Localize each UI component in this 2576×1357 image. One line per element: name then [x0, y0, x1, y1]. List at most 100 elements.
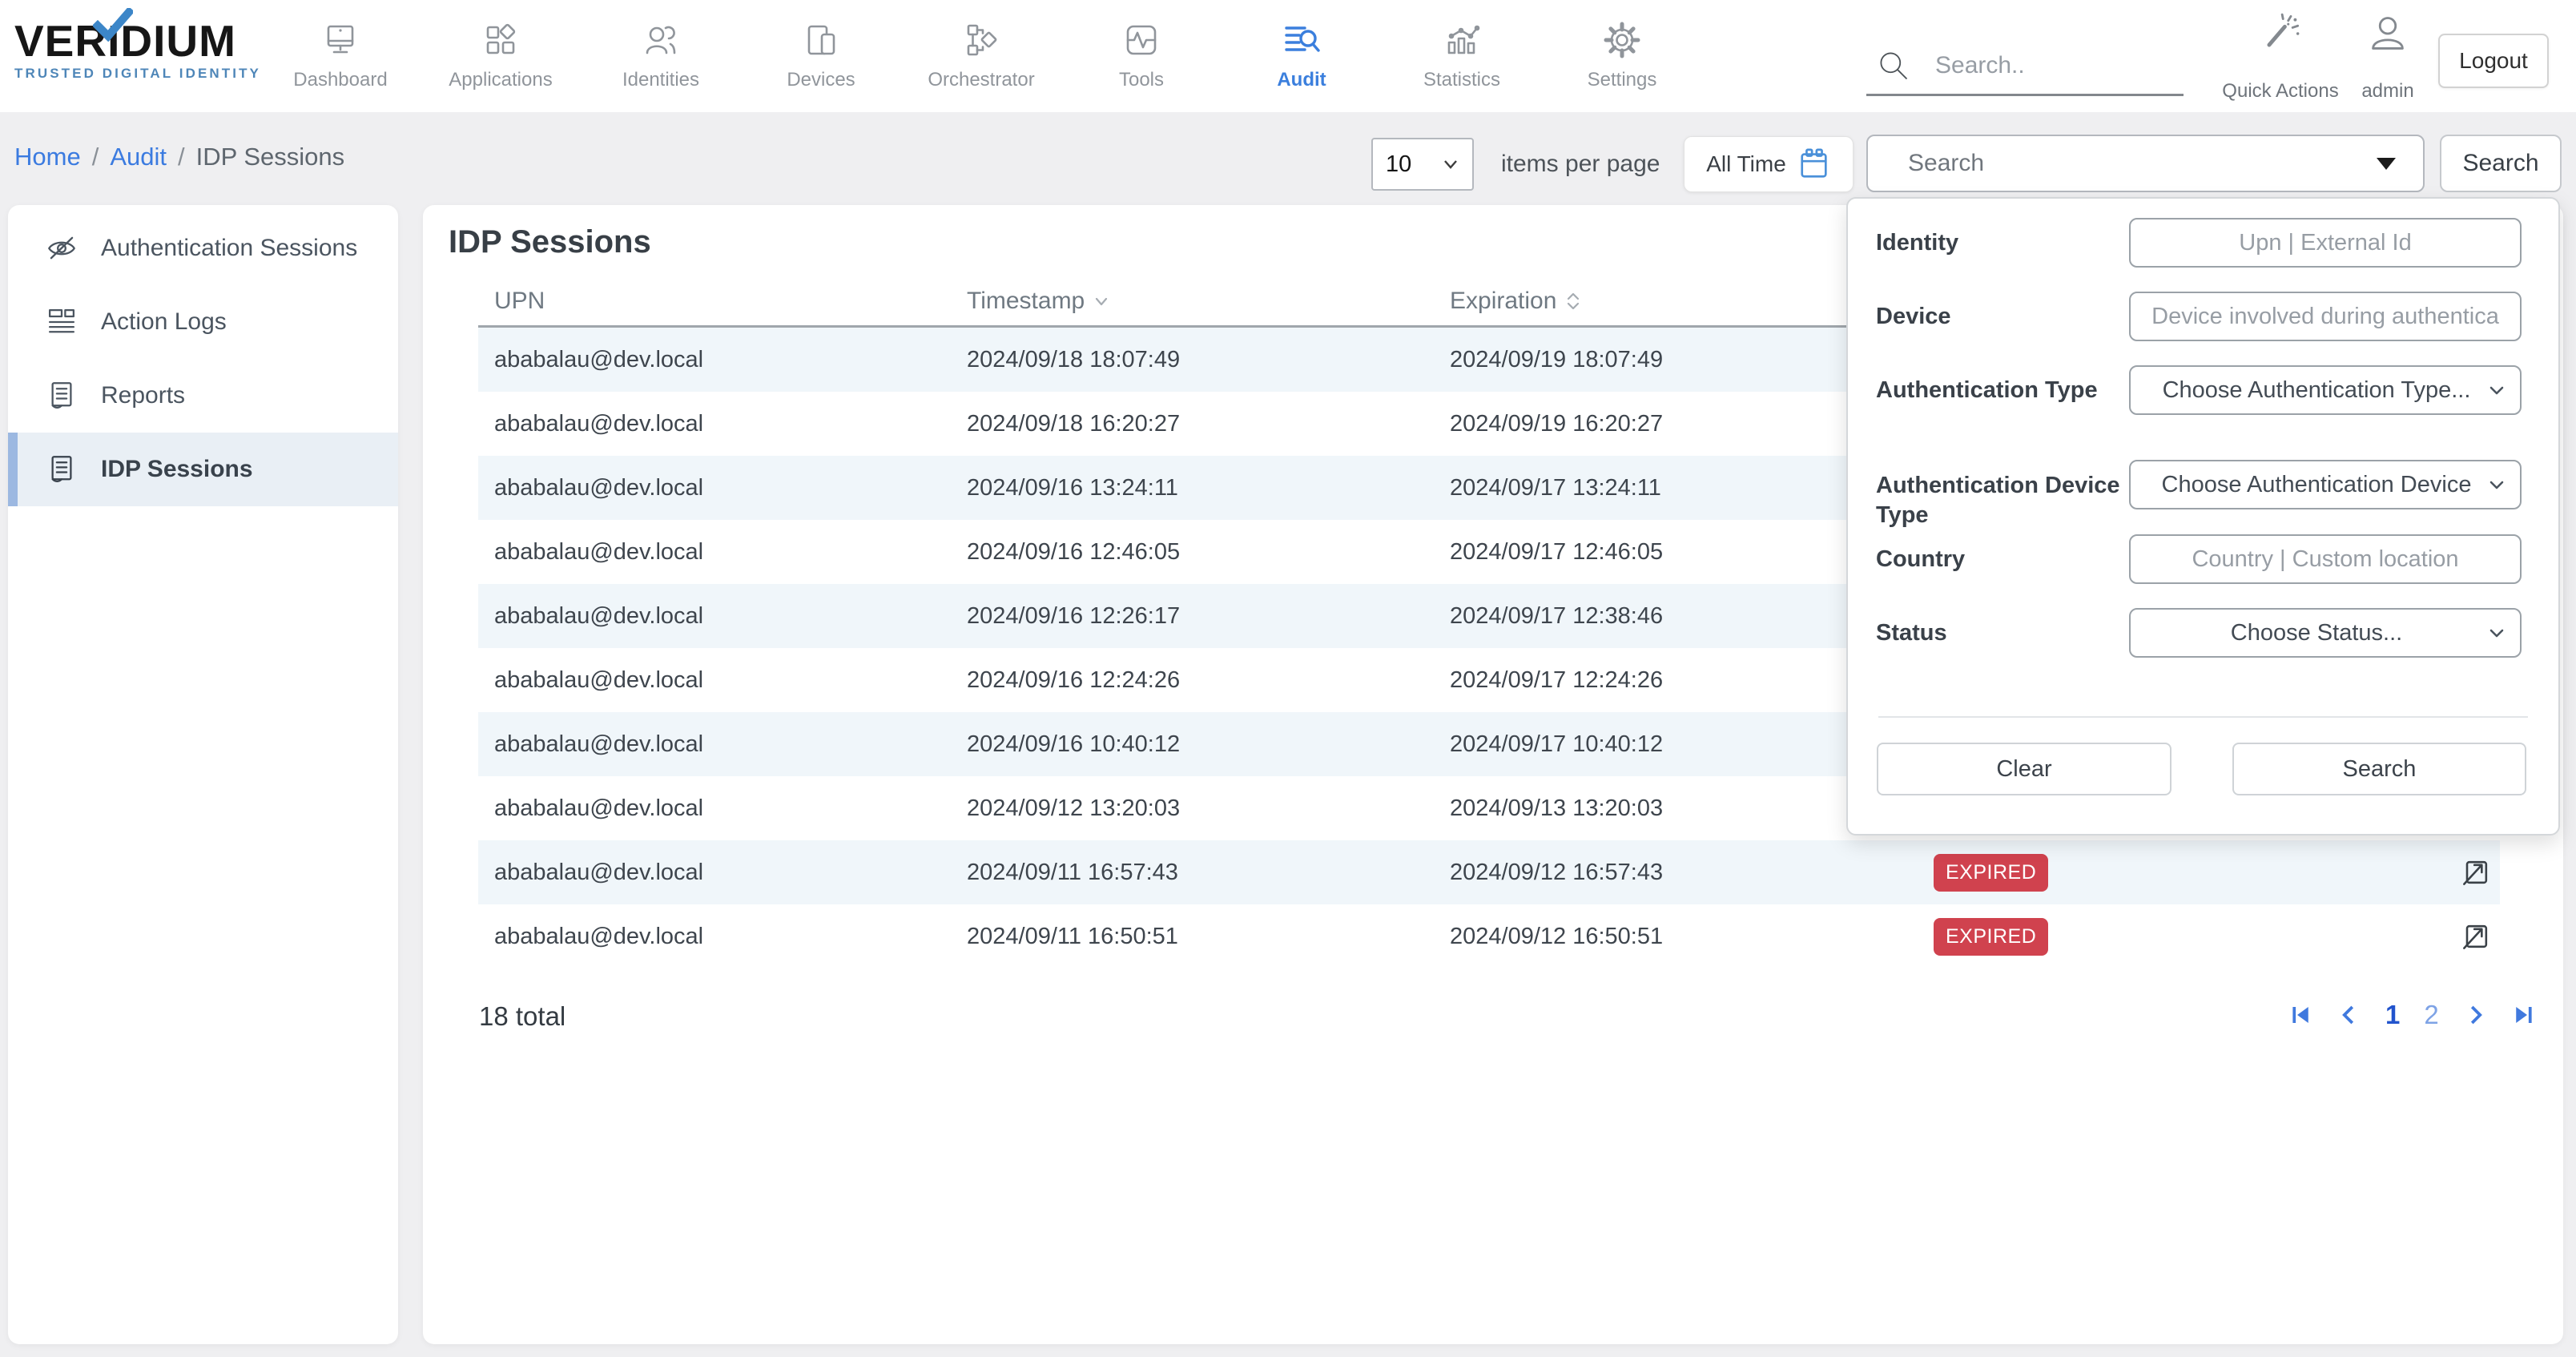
- breadcrumb-audit[interactable]: Audit: [110, 143, 167, 171]
- last-page-button[interactable]: [2511, 1003, 2535, 1027]
- device-label: Device: [1876, 302, 2126, 332]
- cell-timestamp: 2024/09/11 16:57:43: [967, 860, 1450, 886]
- user-icon: [2367, 13, 2409, 54]
- cell-upn: ababalau@dev.local: [478, 539, 967, 566]
- logo-check-icon: [93, 8, 133, 42]
- cell-action: [2369, 855, 2500, 890]
- open-session-icon[interactable]: [2458, 919, 2493, 954]
- dashboard-icon: [321, 21, 360, 59]
- cell-upn: ababalau@dev.local: [478, 347, 967, 373]
- cell-upn: ababalau@dev.local: [478, 924, 967, 950]
- action-logs-icon: [45, 305, 78, 339]
- next-page-button[interactable]: [2463, 1003, 2487, 1027]
- page-size-select[interactable]: 10: [1371, 138, 1474, 191]
- magic-wand-icon: [2260, 13, 2301, 54]
- dropdown-caret-icon: [2377, 158, 2396, 170]
- table-row: ababalau@dev.local 2024/09/11 16:50:51 2…: [478, 904, 2500, 968]
- brand-name: VERIDIUM: [14, 18, 263, 64]
- cell-timestamp: 2024/09/18 18:07:49: [967, 347, 1450, 373]
- cell-upn: ababalau@dev.local: [478, 860, 967, 886]
- sort-desc-icon: [1093, 292, 1110, 311]
- cell-upn: ababalau@dev.local: [478, 475, 967, 501]
- table-search-combobox[interactable]: Search: [1866, 135, 2425, 192]
- audit-sidebar: Authentication Sessions Action Logs Repo…: [8, 205, 398, 1344]
- veridium-logo[interactable]: VERIDIUM TRUSTED DIGITAL IDENTITY: [14, 18, 263, 82]
- orchestrator-icon: [962, 21, 1000, 59]
- sidebar-item-reports[interactable]: Reports: [8, 359, 398, 433]
- panel-divider: [1878, 716, 2528, 718]
- first-page-button[interactable]: [2289, 1003, 2313, 1027]
- global-search-input[interactable]: [1866, 43, 2184, 96]
- nav-item-audit[interactable]: Audit: [1222, 0, 1382, 112]
- authentication-device-type-label: Authentication Device Type: [1876, 471, 2126, 530]
- nav-item-statistics[interactable]: Statistics: [1382, 0, 1542, 112]
- cell-timestamp: 2024/09/12 13:20:03: [967, 795, 1450, 822]
- nav-item-settings[interactable]: Settings: [1542, 0, 1702, 112]
- nav-item-devices[interactable]: Devices: [741, 0, 901, 112]
- column-header-upn[interactable]: UPN: [478, 288, 967, 315]
- time-filter-button[interactable]: All Time: [1684, 136, 1854, 192]
- open-session-icon[interactable]: [2458, 855, 2493, 890]
- pagination: 1 2: [2289, 1000, 2535, 1030]
- nav-item-orchestrator[interactable]: Orchestrator: [901, 0, 1061, 112]
- cell-status: EXPIRED: [1934, 854, 2369, 892]
- user-name: admin: [2361, 80, 2413, 103]
- table-search-button[interactable]: Search: [2440, 135, 2562, 192]
- statistics-icon: [1443, 21, 1481, 59]
- authentication-device-type-select[interactable]: Choose Authentication Device: [2129, 460, 2522, 509]
- cell-timestamp: 2024/09/11 16:50:51: [967, 924, 1450, 950]
- filter-search-button[interactable]: Search: [2232, 743, 2526, 795]
- page-number-2[interactable]: 2: [2424, 1000, 2438, 1030]
- sidebar-item-authentication-sessions[interactable]: Authentication Sessions: [8, 211, 398, 285]
- column-header-timestamp[interactable]: Timestamp: [967, 288, 1450, 315]
- quick-actions-button[interactable]: Quick Actions: [2220, 13, 2341, 103]
- report-document-icon: [45, 379, 78, 413]
- page-title: IDP Sessions: [449, 224, 651, 260]
- page-number-1[interactable]: 1: [2385, 1000, 2400, 1030]
- cell-timestamp: 2024/09/18 16:20:27: [967, 411, 1450, 437]
- sidebar-item-idp-sessions[interactable]: IDP Sessions: [8, 433, 398, 506]
- nav-item-tools[interactable]: Tools: [1061, 0, 1222, 112]
- cell-timestamp: 2024/09/16 12:24:26: [967, 667, 1450, 694]
- cell-upn: ababalau@dev.local: [478, 667, 967, 694]
- global-search: [1866, 43, 2184, 96]
- breadcrumb-home[interactable]: Home: [14, 143, 81, 171]
- search-filter-panel: Identity Device Authentication Type Choo…: [1846, 197, 2560, 836]
- logout-button[interactable]: Logout: [2438, 34, 2549, 88]
- chevron-down-icon: [2488, 479, 2506, 491]
- idp-sessions-document-icon: [45, 453, 78, 486]
- nav-item-identities[interactable]: Identities: [581, 0, 741, 112]
- eye-slash-icon: [45, 232, 78, 265]
- status-select[interactable]: Choose Status...: [2129, 608, 2522, 658]
- previous-page-button[interactable]: [2337, 1003, 2361, 1027]
- user-menu[interactable]: admin: [2345, 13, 2430, 103]
- breadcrumb-current: IDP Sessions: [196, 143, 345, 171]
- main-nav: Dashboard Applications Identities Device…: [260, 0, 1702, 112]
- cell-action: [2369, 919, 2500, 954]
- cell-timestamp: 2024/09/16 12:46:05: [967, 539, 1450, 566]
- items-per-page-label: items per page: [1501, 151, 1660, 178]
- filter-clear-button[interactable]: Clear: [1877, 743, 2171, 795]
- nav-item-applications[interactable]: Applications: [421, 0, 581, 112]
- cell-expiration: 2024/09/12 16:57:43: [1450, 860, 1934, 886]
- sort-both-icon: [1564, 292, 1582, 311]
- settings-icon: [1603, 21, 1641, 59]
- country-input[interactable]: [2129, 534, 2522, 584]
- cell-upn: ababalau@dev.local: [478, 731, 967, 758]
- table-row: ababalau@dev.local 2024/09/11 16:57:43 2…: [478, 840, 2500, 904]
- device-input[interactable]: [2129, 292, 2522, 341]
- identity-label: Identity: [1876, 228, 2126, 258]
- cell-expiration: 2024/09/12 16:50:51: [1450, 924, 1934, 950]
- sidebar-item-action-logs[interactable]: Action Logs: [8, 285, 398, 359]
- nav-item-dashboard[interactable]: Dashboard: [260, 0, 421, 112]
- chevron-down-icon: [2488, 627, 2506, 639]
- chevron-down-icon: [2488, 385, 2506, 397]
- country-label: Country: [1876, 545, 2126, 574]
- cell-upn: ababalau@dev.local: [478, 411, 967, 437]
- top-navigation-bar: VERIDIUM TRUSTED DIGITAL IDENTITY Dashbo…: [0, 0, 2576, 112]
- authentication-type-select[interactable]: Choose Authentication Type...: [2129, 365, 2522, 415]
- identity-input[interactable]: [2129, 218, 2522, 268]
- cell-timestamp: 2024/09/16 12:26:17: [967, 603, 1450, 630]
- applications-icon: [481, 21, 520, 59]
- cell-status: EXPIRED: [1934, 918, 2369, 956]
